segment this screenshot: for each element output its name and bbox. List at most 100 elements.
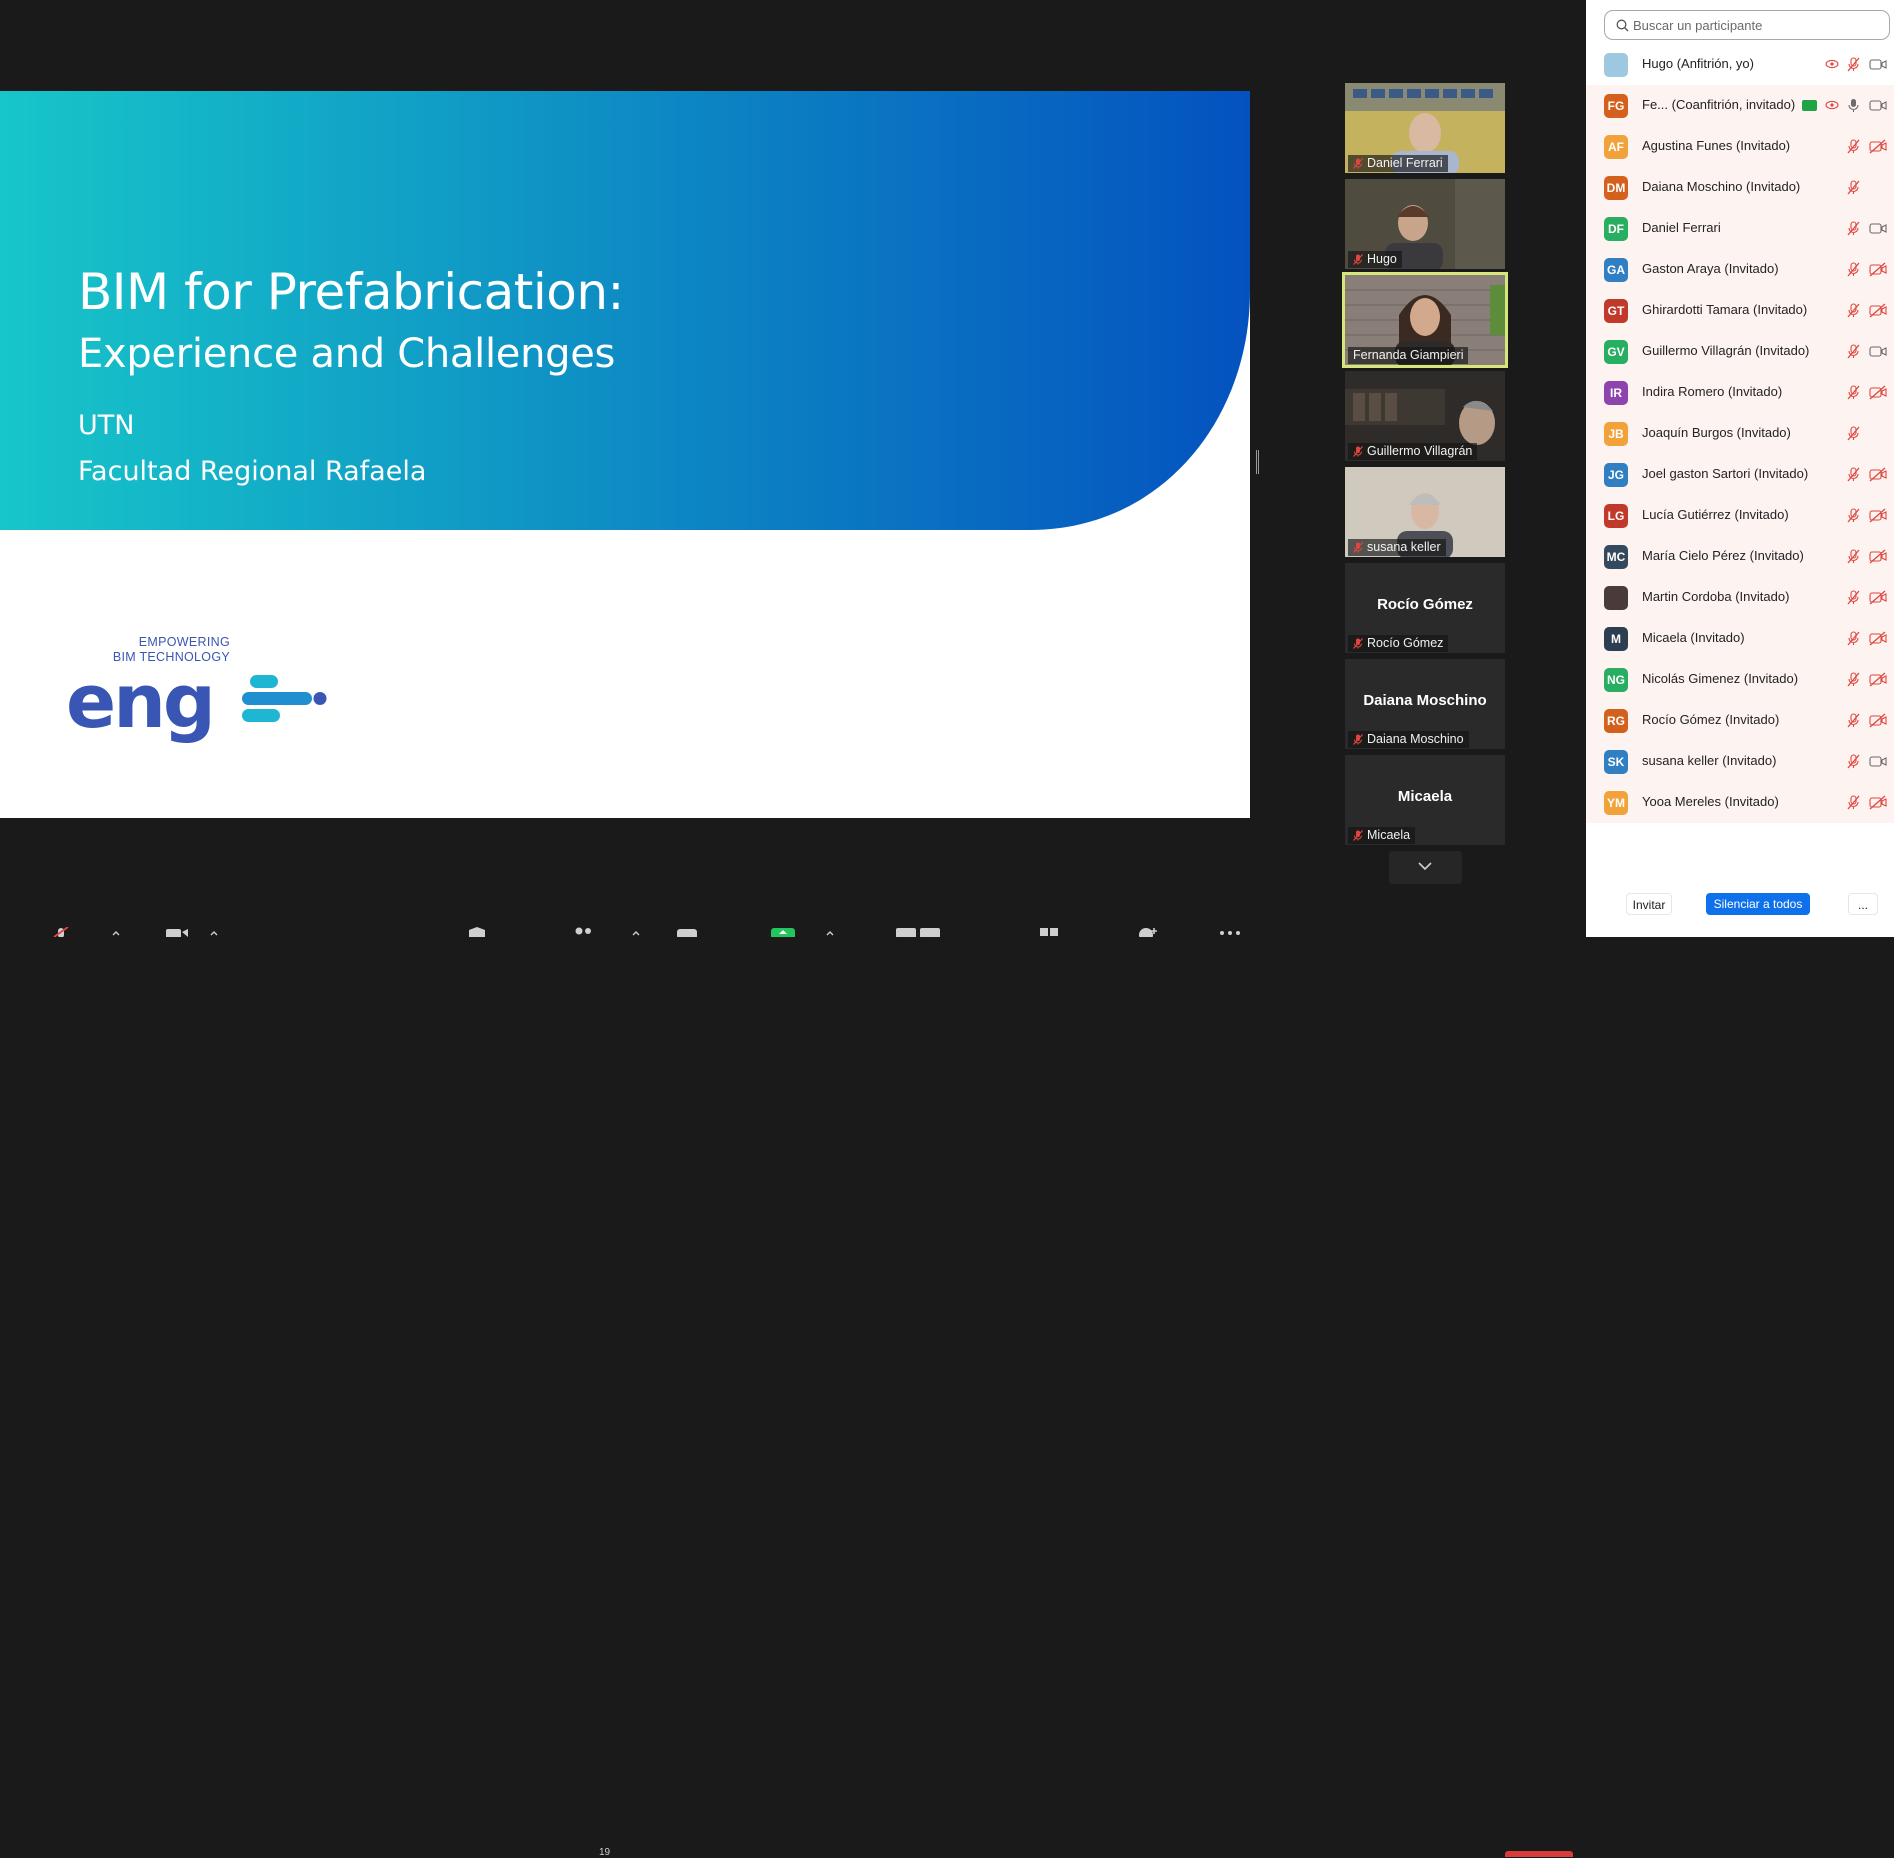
mute-all-button[interactable]: Silenciar a todos [1706, 893, 1810, 915]
video-off-icon[interactable] [1869, 631, 1887, 646]
mic-muted-icon[interactable] [1846, 467, 1861, 482]
participant-count: 19 [599, 1847, 611, 1858]
video-off-icon[interactable] [1869, 672, 1887, 687]
mic-muted-icon[interactable] [1846, 754, 1861, 769]
video-options-chevron-icon[interactable] [210, 927, 218, 937]
mic-muted-icon[interactable] [1846, 713, 1861, 728]
mic-options-chevron-icon[interactable] [112, 927, 120, 937]
video-tile-daniel-ferrari[interactable]: Daniel Ferrari [1345, 83, 1505, 173]
participant-row[interactable]: JG Joel gaston Sartori (Invitado) [1586, 454, 1894, 495]
participant-row[interactable]: DF Daniel Ferrari [1586, 208, 1894, 249]
participant-row[interactable]: LG Lucía Gutiérrez (Invitado) [1586, 495, 1894, 536]
mic-muted-icon [1353, 254, 1363, 265]
participant-row[interactable]: NG Nicolás Gimenez (Invitado) [1586, 659, 1894, 700]
video-tile-fernanda-giampieri[interactable]: Fernanda Giampieri [1342, 272, 1508, 368]
split-view-handle[interactable] [1256, 450, 1259, 474]
mic-muted-icon [1353, 158, 1363, 169]
avatar: YM [1604, 791, 1628, 815]
screen-share-badge [1802, 100, 1817, 111]
video-strip-scroll-button[interactable] [1389, 851, 1462, 884]
mic-muted-icon[interactable] [1846, 139, 1861, 154]
participants-icon[interactable] [572, 927, 594, 937]
mic-muted-icon[interactable] [1846, 795, 1861, 810]
mic-muted-icon[interactable] [1846, 385, 1861, 400]
participant-row[interactable]: GT Ghirardotti Tamara (Invitado) [1586, 290, 1894, 331]
more-options-button[interactable]: ... [1848, 893, 1878, 915]
apps-icon[interactable] [895, 927, 941, 937]
participant-name: Gaston Araya (Invitado) [1642, 261, 1779, 276]
video-off-icon[interactable] [1869, 713, 1887, 728]
video-off-icon[interactable] [1869, 590, 1887, 605]
mic-muted-icon[interactable] [1846, 344, 1861, 359]
mic-muted-icon[interactable] [1846, 549, 1861, 564]
video-tile-display-name: Daiana Moschino [1363, 692, 1487, 709]
mic-muted-icon[interactable] [1846, 508, 1861, 523]
eye-icon[interactable] [1825, 57, 1839, 72]
search-input[interactable] [1633, 16, 1883, 35]
slide-faculty: Facultad Regional Rafaela [78, 456, 427, 487]
mic-muted-icon[interactable] [1846, 631, 1861, 646]
avatar: M [1604, 627, 1628, 651]
security-shield-icon[interactable] [468, 927, 486, 937]
video-icon[interactable] [1869, 221, 1887, 236]
video-icon[interactable] [1869, 754, 1887, 769]
share-screen-icon[interactable] [770, 927, 796, 937]
participant-row[interactable]: JB Joaquín Burgos (Invitado) [1586, 413, 1894, 454]
mic-muted-icon [1353, 830, 1363, 841]
mic-muted-icon[interactable] [1846, 221, 1861, 236]
video-off-icon[interactable] [1869, 795, 1887, 810]
more-icon[interactable] [1218, 927, 1242, 937]
video-off-icon[interactable] [1869, 262, 1887, 277]
video-tile-micaela[interactable]: Micaela Micaela [1345, 755, 1505, 845]
invite-button[interactable]: Invitar [1626, 893, 1672, 915]
video-off-icon[interactable] [1869, 467, 1887, 482]
mic-muted-icon[interactable] [1846, 672, 1861, 687]
share-options-chevron-icon[interactable] [826, 927, 834, 937]
participant-row[interactable]: DM Daiana Moschino (Invitado) [1586, 167, 1894, 208]
participant-row[interactable]: MC María Cielo Pérez (Invitado) [1586, 536, 1894, 577]
participant-row[interactable]: FG Fe... (Coanfitrión, invitado) [1586, 85, 1894, 126]
participant-row[interactable]: GA Gaston Araya (Invitado) [1586, 249, 1894, 290]
video-off-icon[interactable] [1869, 508, 1887, 523]
avatar: GV [1604, 340, 1628, 364]
video-icon[interactable] [1869, 98, 1887, 113]
mic-muted-icon[interactable] [52, 927, 70, 937]
end-meeting-button[interactable] [1505, 1851, 1573, 1857]
participants-options-chevron-icon[interactable] [632, 927, 640, 937]
participant-row[interactable]: AF Agustina Funes (Invitado) [1586, 126, 1894, 167]
video-icon[interactable] [1869, 344, 1887, 359]
mic-muted-icon[interactable] [1846, 426, 1861, 441]
mic-muted-icon[interactable] [1846, 262, 1861, 277]
mic-muted-icon [1353, 638, 1363, 649]
participant-name: Fe... (Coanfitrión, invitado) [1642, 97, 1796, 112]
participant-row[interactable]: M Micaela (Invitado) [1586, 618, 1894, 659]
chat-icon[interactable] [676, 927, 698, 937]
reactions-icon[interactable] [1136, 927, 1160, 937]
participant-row[interactable]: YM Yooa Mereles (Invitado) [1586, 782, 1894, 823]
video-tile-susana-keller[interactable]: susana keller [1345, 467, 1505, 557]
mic-icon[interactable] [1846, 98, 1861, 113]
video-tile-guillermo-villagran[interactable]: Guillermo Villagrán [1345, 371, 1505, 461]
mic-muted-icon[interactable] [1846, 180, 1861, 195]
participant-row[interactable]: Hugo (Anfitrión, yo) [1586, 44, 1894, 85]
mic-muted-icon[interactable] [1846, 303, 1861, 318]
video-off-icon[interactable] [1869, 549, 1887, 564]
mic-muted-icon[interactable] [1846, 57, 1861, 72]
mic-muted-icon[interactable] [1846, 590, 1861, 605]
participant-row[interactable]: RG Rocío Gómez (Invitado) [1586, 700, 1894, 741]
whiteboard-icon[interactable] [1038, 927, 1060, 937]
eye-icon[interactable] [1825, 98, 1839, 113]
video-off-icon[interactable] [1869, 139, 1887, 154]
participant-search[interactable] [1604, 10, 1890, 40]
video-off-icon[interactable] [1869, 385, 1887, 400]
video-tile-hugo[interactable]: Hugo [1345, 179, 1505, 269]
video-icon[interactable] [1869, 57, 1887, 72]
video-icon[interactable] [165, 927, 189, 937]
video-off-icon[interactable] [1869, 303, 1887, 318]
video-tile-rocio-gomez[interactable]: Rocío Gómez Rocío Gómez [1345, 563, 1505, 653]
participant-row[interactable]: IR Indira Romero (Invitado) [1586, 372, 1894, 413]
participant-row[interactable]: SK susana keller (Invitado) [1586, 741, 1894, 782]
video-tile-daiana-moschino[interactable]: Daiana Moschino Daiana Moschino [1345, 659, 1505, 749]
participant-row[interactable]: Martin Cordoba (Invitado) [1586, 577, 1894, 618]
participant-row[interactable]: GV Guillermo Villagrán (Invitado) [1586, 331, 1894, 372]
